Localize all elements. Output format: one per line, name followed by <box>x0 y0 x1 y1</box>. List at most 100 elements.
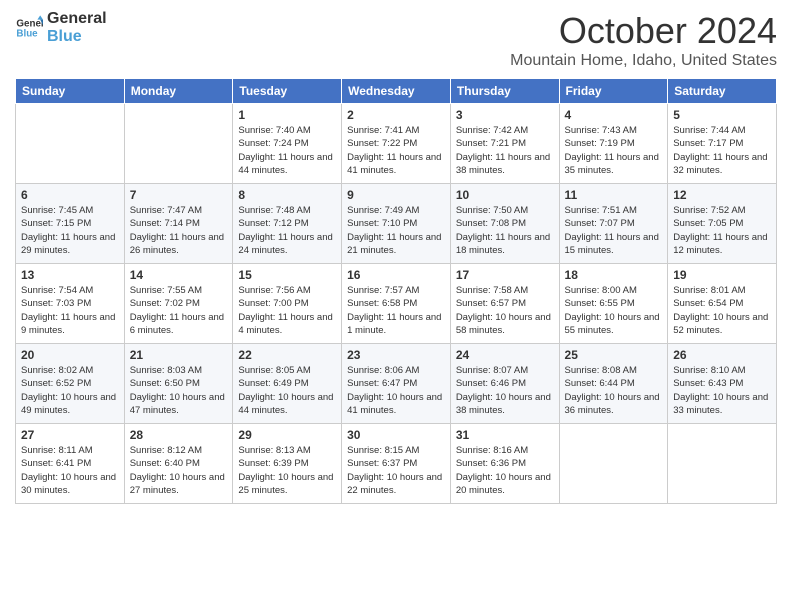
cell-sun-info: Sunrise: 8:16 AMSunset: 6:36 PMDaylight:… <box>456 444 554 497</box>
cell-sun-info: Sunrise: 8:08 AMSunset: 6:44 PMDaylight:… <box>565 364 663 417</box>
cell-sun-info: Sunrise: 7:50 AMSunset: 7:08 PMDaylight:… <box>456 204 554 257</box>
calendar-cell: 2 Sunrise: 7:41 AMSunset: 7:22 PMDaylight… <box>342 104 451 184</box>
day-of-week-header: Friday <box>559 79 668 104</box>
day-number: 18 <box>565 268 663 282</box>
day-number: 3 <box>456 108 554 122</box>
calendar-cell: 22 Sunrise: 8:05 AMSunset: 6:49 PMDayligh… <box>233 344 342 424</box>
cell-sun-info: Sunrise: 8:05 AMSunset: 6:49 PMDaylight:… <box>238 364 336 417</box>
day-of-week-header: Saturday <box>668 79 777 104</box>
calendar-cell: 8 Sunrise: 7:48 AMSunset: 7:12 PMDaylight… <box>233 184 342 264</box>
day-number: 30 <box>347 428 445 442</box>
day-of-week-header: Tuesday <box>233 79 342 104</box>
day-number: 14 <box>130 268 228 282</box>
cell-sun-info: Sunrise: 7:58 AMSunset: 6:57 PMDaylight:… <box>456 284 554 337</box>
cell-sun-info: Sunrise: 8:01 AMSunset: 6:54 PMDaylight:… <box>673 284 771 337</box>
cell-sun-info: Sunrise: 7:45 AMSunset: 7:15 PMDaylight:… <box>21 204 119 257</box>
day-number: 24 <box>456 348 554 362</box>
location: Mountain Home, Idaho, United States <box>510 52 777 70</box>
calendar-cell: 10 Sunrise: 7:50 AMSunset: 7:08 PMDayligh… <box>450 184 559 264</box>
calendar-cell: 31 Sunrise: 8:16 AMSunset: 6:36 PMDayligh… <box>450 424 559 504</box>
calendar-cell: 24 Sunrise: 8:07 AMSunset: 6:46 PMDayligh… <box>450 344 559 424</box>
calendar-week-row: 27Sunrise: 8:11 AMSunset: 6:41 PMDayligh… <box>16 424 777 504</box>
day-number: 15 <box>238 268 336 282</box>
cell-sun-info: Sunrise: 8:12 AMSunset: 6:40 PMDaylight:… <box>130 444 228 497</box>
calendar-cell: 21 Sunrise: 8:03 AMSunset: 6:50 PMDayligh… <box>124 344 233 424</box>
calendar-cell <box>559 424 668 504</box>
calendar-week-row: 20 Sunrise: 8:02 AMSunset: 6:52 PMDayligh… <box>16 344 777 424</box>
cell-sun-info: Sunrise: 8:03 AMSunset: 6:50 PMDaylight:… <box>130 364 228 417</box>
title-block: October 2024 Mountain Home, Idaho, Unite… <box>510 10 777 70</box>
calendar-cell: 20 Sunrise: 8:02 AMSunset: 6:52 PMDayligh… <box>16 344 125 424</box>
cell-sun-info: Sunrise: 7:57 AMSunset: 6:58 PMDaylight:… <box>347 284 445 337</box>
day-number: 12 <box>673 188 771 202</box>
calendar-week-row: 1 Sunrise: 7:40 AMSunset: 7:24 PMDaylight… <box>16 104 777 184</box>
cell-sun-info: Sunrise: 8:10 AMSunset: 6:43 PMDaylight:… <box>673 364 771 417</box>
cell-sun-info: Sunrise: 8:02 AMSunset: 6:52 PMDaylight:… <box>21 364 119 417</box>
calendar-cell: 29Sunrise: 8:13 AMSunset: 6:39 PMDayligh… <box>233 424 342 504</box>
day-number: 17 <box>456 268 554 282</box>
svg-text:Blue: Blue <box>16 28 38 39</box>
day-number: 28 <box>130 428 228 442</box>
cell-sun-info: Sunrise: 8:07 AMSunset: 6:46 PMDaylight:… <box>456 364 554 417</box>
cell-sun-info: Sunrise: 7:42 AMSunset: 7:21 PMDaylight:… <box>456 124 554 177</box>
calendar-cell: 9Sunrise: 7:49 AMSunset: 7:10 PMDaylight… <box>342 184 451 264</box>
calendar-cell <box>668 424 777 504</box>
day-of-week-header: Monday <box>124 79 233 104</box>
day-number: 6 <box>21 188 119 202</box>
day-number: 4 <box>565 108 663 122</box>
calendar-cell: 27Sunrise: 8:11 AMSunset: 6:41 PMDayligh… <box>16 424 125 504</box>
day-number: 23 <box>347 348 445 362</box>
cell-sun-info: Sunrise: 8:11 AMSunset: 6:41 PMDaylight:… <box>21 444 119 497</box>
calendar-cell: 19 Sunrise: 8:01 AMSunset: 6:54 PMDayligh… <box>668 264 777 344</box>
cell-sun-info: Sunrise: 7:49 AMSunset: 7:10 PMDaylight:… <box>347 204 445 257</box>
calendar-cell: 28 Sunrise: 8:12 AMSunset: 6:40 PMDayligh… <box>124 424 233 504</box>
cell-sun-info: Sunrise: 7:40 AMSunset: 7:24 PMDaylight:… <box>238 124 336 177</box>
calendar-cell: 16Sunrise: 7:57 AMSunset: 6:58 PMDayligh… <box>342 264 451 344</box>
logo: General Blue General Blue <box>15 10 107 45</box>
day-of-week-header: Sunday <box>16 79 125 104</box>
calendar-header-row: SundayMondayTuesdayWednesdayThursdayFrid… <box>16 79 777 104</box>
cell-sun-info: Sunrise: 7:47 AMSunset: 7:14 PMDaylight:… <box>130 204 228 257</box>
month-title: October 2024 <box>510 10 777 52</box>
day-number: 7 <box>130 188 228 202</box>
calendar-cell: 3 Sunrise: 7:42 AMSunset: 7:21 PMDaylight… <box>450 104 559 184</box>
cell-sun-info: Sunrise: 7:52 AMSunset: 7:05 PMDaylight:… <box>673 204 771 257</box>
calendar-cell: 15 Sunrise: 7:56 AMSunset: 7:00 PMDayligh… <box>233 264 342 344</box>
day-number: 13 <box>21 268 119 282</box>
day-number: 8 <box>238 188 336 202</box>
day-number: 19 <box>673 268 771 282</box>
logo-icon: General Blue <box>15 14 43 42</box>
calendar-cell <box>124 104 233 184</box>
calendar-cell: 6 Sunrise: 7:45 AMSunset: 7:15 PMDaylight… <box>16 184 125 264</box>
calendar-week-row: 6 Sunrise: 7:45 AMSunset: 7:15 PMDaylight… <box>16 184 777 264</box>
cell-sun-info: Sunrise: 7:55 AMSunset: 7:02 PMDaylight:… <box>130 284 228 337</box>
calendar-body: 1 Sunrise: 7:40 AMSunset: 7:24 PMDaylight… <box>16 104 777 504</box>
day-number: 2 <box>347 108 445 122</box>
cell-sun-info: Sunrise: 7:51 AMSunset: 7:07 PMDaylight:… <box>565 204 663 257</box>
cell-sun-info: Sunrise: 7:41 AMSunset: 7:22 PMDaylight:… <box>347 124 445 177</box>
page-header: General Blue General Blue October 2024 M… <box>15 10 777 70</box>
cell-sun-info: Sunrise: 8:15 AMSunset: 6:37 PMDaylight:… <box>347 444 445 497</box>
day-number: 20 <box>21 348 119 362</box>
day-of-week-header: Thursday <box>450 79 559 104</box>
day-number: 21 <box>130 348 228 362</box>
cell-sun-info: Sunrise: 8:00 AMSunset: 6:55 PMDaylight:… <box>565 284 663 337</box>
cell-sun-info: Sunrise: 8:06 AMSunset: 6:47 PMDaylight:… <box>347 364 445 417</box>
day-number: 26 <box>673 348 771 362</box>
calendar-cell: 18 Sunrise: 8:00 AMSunset: 6:55 PMDayligh… <box>559 264 668 344</box>
day-number: 22 <box>238 348 336 362</box>
day-number: 1 <box>238 108 336 122</box>
cell-sun-info: Sunrise: 7:56 AMSunset: 7:00 PMDaylight:… <box>238 284 336 337</box>
cell-sun-info: Sunrise: 7:48 AMSunset: 7:12 PMDaylight:… <box>238 204 336 257</box>
calendar-cell: 14 Sunrise: 7:55 AMSunset: 7:02 PMDayligh… <box>124 264 233 344</box>
cell-sun-info: Sunrise: 7:54 AMSunset: 7:03 PMDaylight:… <box>21 284 119 337</box>
calendar-cell: 4Sunrise: 7:43 AMSunset: 7:19 PMDaylight… <box>559 104 668 184</box>
calendar-cell: 11 Sunrise: 7:51 AMSunset: 7:07 PMDayligh… <box>559 184 668 264</box>
calendar-cell: 30 Sunrise: 8:15 AMSunset: 6:37 PMDayligh… <box>342 424 451 504</box>
calendar-cell: 25Sunrise: 8:08 AMSunset: 6:44 PMDayligh… <box>559 344 668 424</box>
day-number: 11 <box>565 188 663 202</box>
day-number: 10 <box>456 188 554 202</box>
logo-text-general: General <box>47 10 107 28</box>
calendar-cell: 17 Sunrise: 7:58 AMSunset: 6:57 PMDayligh… <box>450 264 559 344</box>
day-number: 31 <box>456 428 554 442</box>
